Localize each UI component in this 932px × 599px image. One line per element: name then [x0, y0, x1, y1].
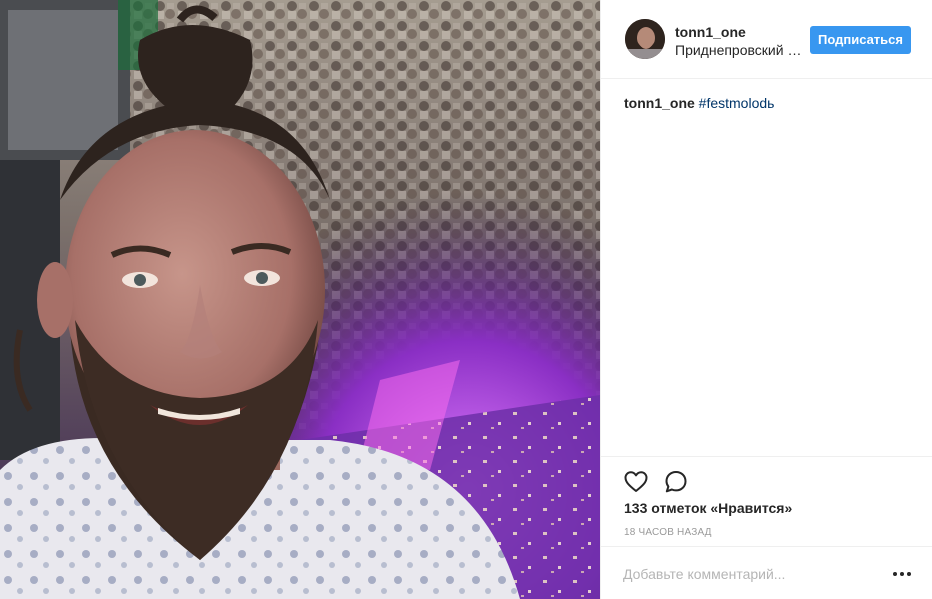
selfie-concert-photo: [0, 0, 600, 599]
post-caption: tonn1_one #festmolodь: [624, 94, 774, 112]
comment-input[interactable]: [623, 563, 863, 585]
location-link[interactable]: Приднепровский парк: [675, 42, 803, 58]
post-timestamp[interactable]: 18 часов назад: [624, 527, 712, 538]
comment-icon[interactable]: [663, 469, 689, 495]
caption-username[interactable]: tonn1_one: [624, 95, 695, 111]
follow-button[interactable]: Подписаться: [810, 26, 911, 54]
post-actions: [601, 456, 932, 493]
likes-count[interactable]: 133 отметок «Нравится»: [624, 500, 792, 516]
post-details-panel: tonn1_one Приднепровский парк Подписатьс…: [600, 0, 932, 599]
avatar-image: [625, 19, 665, 59]
post-header: tonn1_one Приднепровский парк Подписатьс…: [601, 0, 932, 79]
post-photo[interactable]: [0, 0, 600, 599]
more-options-icon[interactable]: [892, 566, 912, 582]
heart-icon[interactable]: [623, 469, 649, 495]
comment-form: [601, 546, 932, 599]
username-link[interactable]: tonn1_one: [675, 24, 746, 40]
caption-hashtag[interactable]: #festmolodь: [699, 95, 775, 111]
avatar[interactable]: [625, 19, 665, 59]
